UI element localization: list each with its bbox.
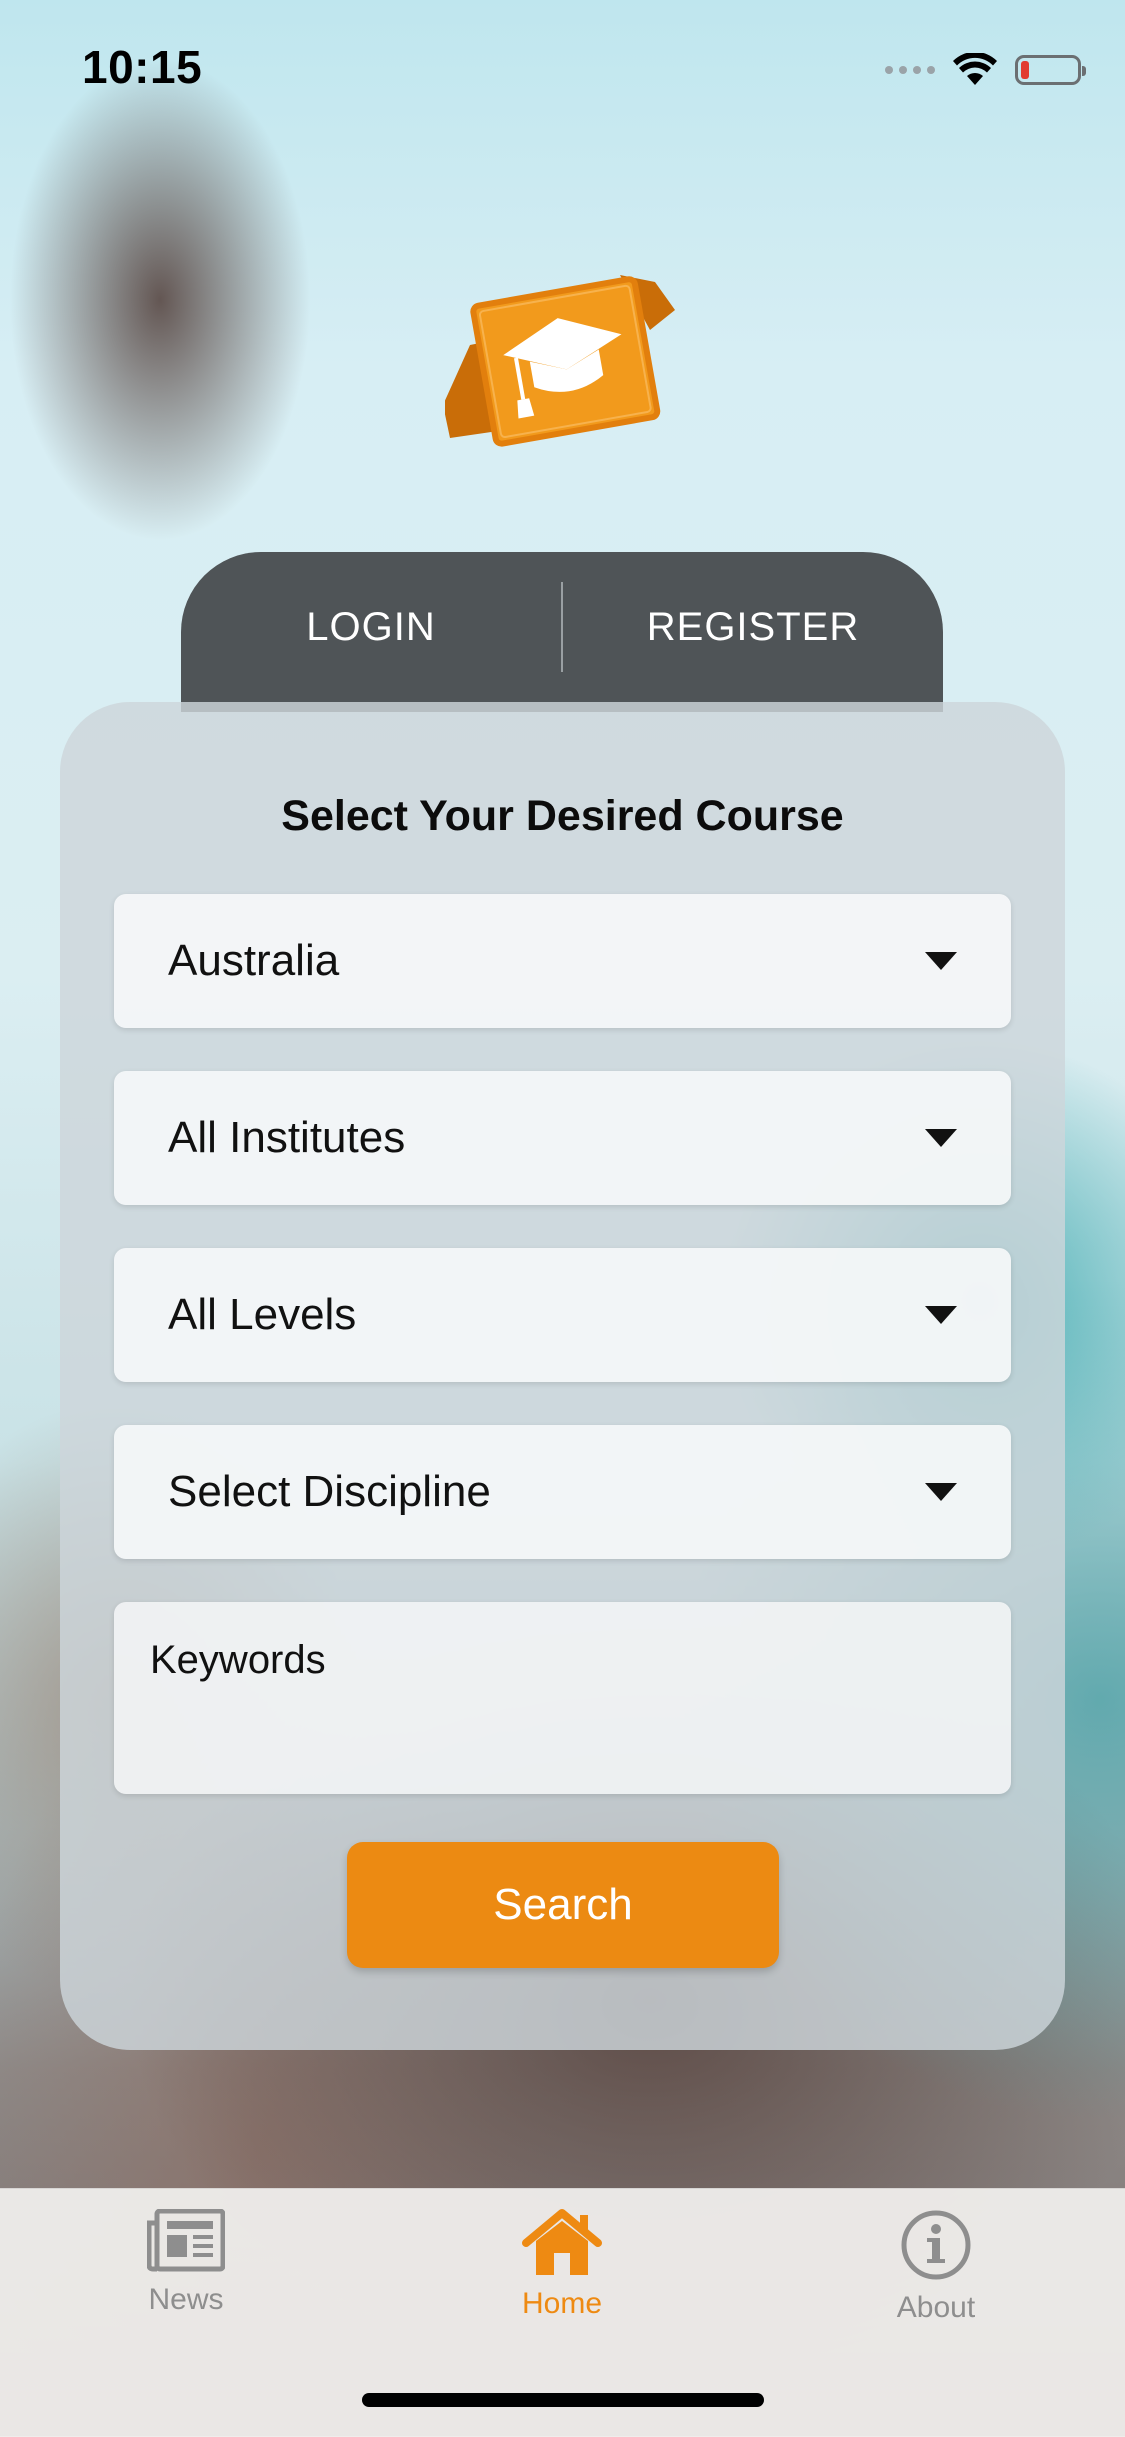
card-title: Select Your Desired Course [281, 792, 844, 840]
institute-dropdown-value: All Institutes [168, 1113, 406, 1162]
tab-bar-news[interactable]: News [86, 2209, 286, 2349]
status-bar: 10:15 [0, 0, 1125, 140]
course-search-card: Select Your Desired Course Australia All… [60, 702, 1065, 2050]
graduation-cap-icon [445, 275, 675, 447]
wifi-icon [953, 53, 997, 85]
tab-login[interactable]: LOGIN [181, 552, 561, 702]
discipline-dropdown-value: Select Discipline [168, 1467, 491, 1516]
discipline-dropdown[interactable]: Select Discipline [114, 1425, 1011, 1559]
tab-register[interactable]: REGISTER [563, 552, 943, 702]
info-icon [901, 2210, 971, 2280]
newspaper-icon [147, 2209, 225, 2272]
cellular-signal-icon [885, 66, 935, 74]
tab-bar-home[interactable]: Home [462, 2209, 662, 2349]
tab-bar-about[interactable]: About [836, 2209, 1036, 2349]
institute-dropdown[interactable]: All Institutes [114, 1071, 1011, 1205]
dropdown-arrow-icon [925, 952, 957, 970]
keywords-input[interactable] [114, 1602, 1011, 1794]
battery-icon [1015, 55, 1086, 85]
status-icons [885, 48, 1086, 92]
level-dropdown[interactable]: All Levels [114, 1248, 1011, 1382]
dropdown-arrow-icon [925, 1306, 957, 1324]
auth-tab-header: LOGIN REGISTER [181, 552, 943, 712]
tab-bar-home-label: Home [521, 2287, 603, 2320]
country-dropdown[interactable]: Australia [114, 894, 1011, 1028]
dropdown-arrow-icon [925, 1483, 957, 1501]
battery-level [1021, 61, 1029, 79]
home-indicator [362, 2393, 764, 2407]
home-icon [522, 2209, 602, 2275]
dropdown-arrow-icon [925, 1129, 957, 1147]
tab-bar-about-label: About [896, 2291, 976, 2324]
country-dropdown-value: Australia [168, 936, 340, 985]
level-dropdown-value: All Levels [168, 1290, 357, 1339]
status-time: 10:15 [82, 41, 203, 93]
search-button[interactable]: Search [347, 1842, 779, 1968]
tab-bar-news-label: News [148, 2283, 224, 2316]
